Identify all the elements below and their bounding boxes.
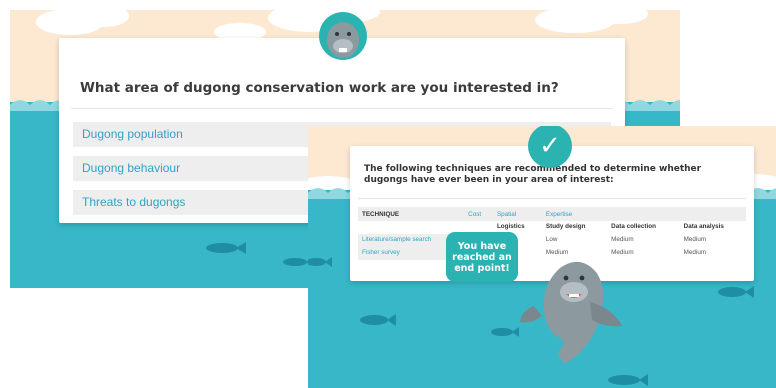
- divider: [358, 198, 746, 199]
- column-header-spatial[interactable]: Spatial: [492, 207, 542, 221]
- subheader-study-design: Study design: [545, 223, 586, 230]
- table-cell: Medium: [611, 236, 634, 243]
- dugong-icon: [520, 261, 622, 364]
- question-title: What area of dugong conservation work ar…: [80, 80, 559, 96]
- end-point-badge: You have reached an end point!: [446, 232, 518, 282]
- table-header-row: TECHNIQUE Cost Spatial Expertise: [358, 207, 746, 221]
- divider: [71, 108, 613, 109]
- techniques-table: TECHNIQUE Cost Spatial Expertise Logisti…: [358, 207, 746, 260]
- table-subheader-row: Logistics Study design Data collection D…: [358, 221, 746, 234]
- column-header-technique: TECHNIQUE: [358, 207, 465, 221]
- result-screen: The following techniques are recommended…: [308, 126, 776, 388]
- column-header-cost[interactable]: Cost: [464, 207, 493, 221]
- table-cell: Medium: [683, 236, 707, 243]
- table-cell: Medium: [683, 249, 707, 256]
- table-row: Literature/sample search Lo Low Medium M…: [358, 234, 746, 247]
- check-circle-icon: ✓: [528, 126, 572, 168]
- subheader-data-collection: Data collection: [611, 223, 656, 230]
- dugong-avatar-icon: [319, 12, 367, 60]
- end-point-text: You have reached an end point!: [452, 240, 512, 274]
- subheader-data-analysis: Data analysis: [683, 223, 724, 230]
- table-cell: Low: [545, 236, 558, 243]
- column-header-expertise[interactable]: Expertise: [541, 207, 746, 221]
